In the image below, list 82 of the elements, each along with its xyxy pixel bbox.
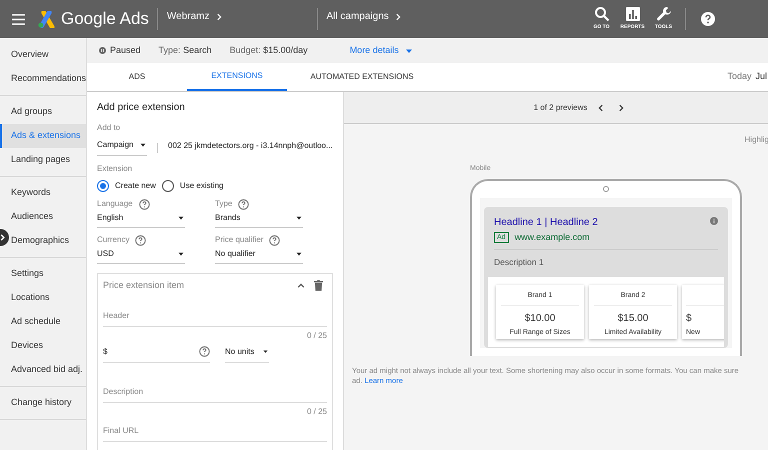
field-label: Type [215,198,232,210]
brand-name: Google Ads [61,8,149,30]
chevron-icon [0,234,6,241]
paused-icon [99,47,106,54]
dropdown-caret-icon [177,214,185,222]
card-title: Price extension item [103,279,186,292]
wrench-icon [656,6,672,22]
sidebar-item[interactable]: Demographics [11,229,86,253]
dropdown-caret-icon [177,250,185,258]
sidebar-item[interactable]: Advanced bid adj. [11,358,86,382]
chevron-icon [394,12,402,20]
sidebar-item[interactable]: Ad groups [11,100,86,124]
description-field[interactable]: Description [103,386,327,402]
ad-description: Description 1 [494,249,718,269]
chevron-icon [297,282,305,290]
price-field[interactable]: $ [103,346,210,362]
price-text: $10.00 [524,312,556,326]
date-label: Today [727,70,752,84]
preview-counter: 1 of 2 previews [534,102,588,114]
final-url-field[interactable]: Final URL [103,424,327,442]
units-select[interactable]: No units [225,346,269,362]
dropdown-select[interactable]: USD [97,248,185,264]
logo-icon [37,10,56,28]
field-label: Extension [97,163,134,175]
type-text: Type: Search [158,44,212,57]
radio-button[interactable] [97,180,109,192]
dropdown-caret-icon [262,348,269,355]
chevron-icon [617,104,626,112]
char-count: 0 / 25 [306,406,327,418]
field-label: Add to [97,122,122,134]
field-label: Language [97,198,133,210]
sidebar-item[interactable]: Overview [11,43,86,67]
dropdown-caret-icon [139,141,147,149]
sidebar-item[interactable]: Settings [11,262,86,286]
help-icon[interactable] [238,198,250,210]
ad-url: www.example.com [514,230,590,244]
tab[interactable]: ADS [87,63,187,91]
budget-text: Budget: $15.00/day [230,44,308,57]
info-icon [710,216,718,224]
status-text: Paused [99,44,141,58]
price-text: $15.00 [616,312,650,326]
dropdown-select[interactable]: English [97,212,185,228]
campaigns-breadcrumb[interactable]: All campaigns [326,9,402,24]
help-icon[interactable] [701,12,715,26]
search-icon [594,6,610,22]
field-label: Price qualifier [215,234,264,246]
dropdown-select[interactable]: Brands [215,212,303,228]
campaign-select[interactable]: Campaign [97,139,147,156]
sidebar-item[interactable]: Recommendations [11,67,86,91]
sidebar-item[interactable]: Landing pages [11,148,86,172]
dropdown-caret-icon [295,250,303,258]
help-icon[interactable] [199,346,210,357]
dropdown-select[interactable]: No qualifier [215,248,303,264]
radio-label: Use existing [180,180,224,192]
campaign-name: 002 25 jkmdetectors.org - i3.14nnph@outloo... [168,140,333,152]
sidebar-item[interactable]: Devices [11,334,86,358]
account-breadcrumb[interactable]: Webramz [166,9,223,24]
date-value[interactable]: Jul [755,70,768,84]
sidebar-item[interactable]: Change history [11,391,86,415]
dropdown-caret-icon [295,214,303,222]
char-count: 0 / 25 [306,330,327,342]
help-icon[interactable] [135,234,146,246]
ad-headline[interactable]: Headline 1 | Headline 2 [494,214,598,230]
help-icon[interactable] [269,234,280,246]
bar-chart-icon [624,6,640,22]
help-icon[interactable] [138,198,150,210]
more-details-link[interactable]: More details [350,44,414,58]
sidebar-item[interactable]: Keywords [11,181,86,205]
radio-label: Create new [115,180,156,192]
price-text: $ [686,312,693,326]
radio-button[interactable] [162,180,174,192]
delete-icon[interactable] [314,280,323,292]
sidebar-item[interactable]: Locations [11,286,86,310]
chevron-icon [597,104,606,112]
sidebar-item[interactable]: Ad schedule [11,310,86,334]
field-label: Currency [97,234,130,246]
form-title: Add price extension [97,101,186,115]
tab[interactable]: AUTOMATED EXTENSIONS [287,63,437,91]
header-field[interactable]: Header [103,310,327,326]
sidebar-item[interactable]: Audiences [11,205,86,229]
chevron-icon [214,12,223,20]
menu-icon[interactable] [12,14,25,24]
